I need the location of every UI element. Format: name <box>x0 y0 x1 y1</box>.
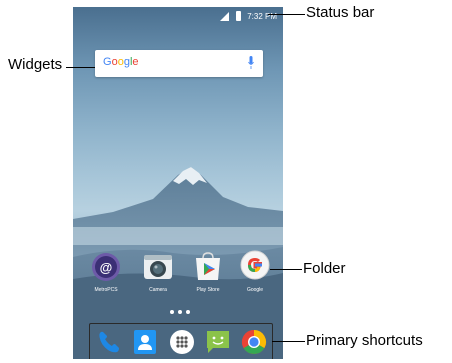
callout-line-folder <box>270 269 302 270</box>
mic-icon[interactable] <box>248 56 254 70</box>
status-bar: 7:32 PM <box>73 7 283 27</box>
app-label-metropcs: MetroPCS <box>94 287 118 293</box>
app-label-play-store: Play Store <box>196 287 220 293</box>
diagram-canvas: 7:32 PM Google @ MetroPCS Camera Play St… <box>0 0 452 363</box>
google-search-widget[interactable]: Google <box>95 50 263 77</box>
phone-screen: 7:32 PM Google @ MetroPCS Camera Play St… <box>73 7 283 359</box>
callout-line-widgets <box>66 67 95 68</box>
battery-icon <box>236 11 241 21</box>
callout-status-bar: Status bar <box>306 4 375 21</box>
google-logo: Google <box>103 56 139 68</box>
contacts-icon[interactable] <box>132 329 158 355</box>
google-logo-letter: e <box>132 56 139 68</box>
page-dot <box>178 310 182 314</box>
camera-icon[interactable] <box>143 252 173 282</box>
primary-shortcuts-dock <box>89 323 273 359</box>
app-label-google: Google <box>246 287 264 293</box>
signal-icon <box>220 12 229 21</box>
page-dot <box>170 310 174 314</box>
google-folder-icon[interactable] <box>240 250 270 280</box>
app-drawer-icon[interactable] <box>169 329 195 355</box>
messaging-icon[interactable] <box>205 329 231 355</box>
play-store-icon[interactable] <box>193 252 223 282</box>
page-dot <box>186 310 190 314</box>
callout-primary-shortcuts: Primary shortcuts <box>306 332 423 349</box>
callout-line-status-bar <box>268 14 305 15</box>
svg-text:@: @ <box>100 260 113 275</box>
callout-line-primary-shortcuts <box>272 341 305 342</box>
callout-widgets: Widgets <box>8 56 63 73</box>
app-label-camera: Camera <box>149 287 167 293</box>
metropcs-icon[interactable]: @ <box>91 252 121 282</box>
callout-folder: Folder <box>303 260 346 277</box>
google-logo-letter: G <box>103 56 112 68</box>
phone-icon[interactable] <box>96 329 122 355</box>
chrome-icon[interactable] <box>241 329 267 355</box>
